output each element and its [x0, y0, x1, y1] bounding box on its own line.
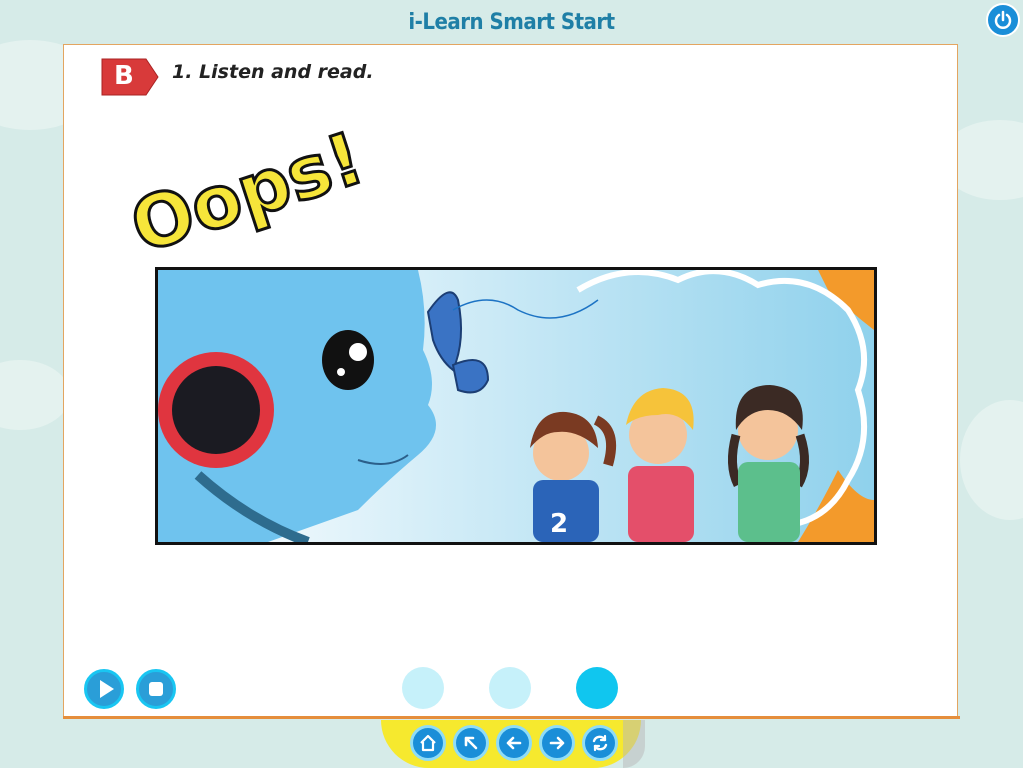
arrow-right-icon	[549, 736, 565, 750]
home-button[interactable]	[410, 725, 446, 761]
section-badge: B	[100, 55, 160, 99]
lesson-panel: B 1. Listen and read. 2 Oops!	[63, 44, 958, 718]
arrow-left-icon	[506, 736, 522, 750]
refresh-button[interactable]	[582, 725, 618, 761]
bg-cloud	[960, 400, 1023, 520]
page-dot-1[interactable]	[402, 667, 444, 709]
shirt-number: 2	[550, 509, 568, 539]
page-dot-3[interactable]	[576, 667, 618, 709]
bottom-nav-shadow	[623, 720, 645, 768]
instruction-text: 1. Listen and read.	[172, 61, 374, 83]
power-icon	[994, 10, 1012, 29]
previous-button[interactable]	[496, 725, 532, 761]
oops-exclamation: Oops!	[120, 114, 375, 270]
bg-cloud	[0, 360, 70, 430]
section-letter: B	[114, 61, 134, 91]
jump-back-button[interactable]	[453, 725, 489, 761]
arrow-up-left-icon	[464, 736, 478, 750]
power-button[interactable]	[986, 3, 1020, 37]
comic-scene: 2	[158, 270, 874, 542]
page-dot-2[interactable]	[489, 667, 531, 709]
refresh-icon	[592, 734, 608, 752]
panel-bottom-border	[63, 716, 960, 719]
home-icon	[420, 734, 436, 752]
app-title: i-Learn Smart Start	[408, 10, 615, 35]
play-button[interactable]	[84, 669, 124, 709]
next-button[interactable]	[539, 725, 575, 761]
comic-illustration: 2	[155, 267, 877, 545]
stop-button[interactable]	[136, 669, 176, 709]
